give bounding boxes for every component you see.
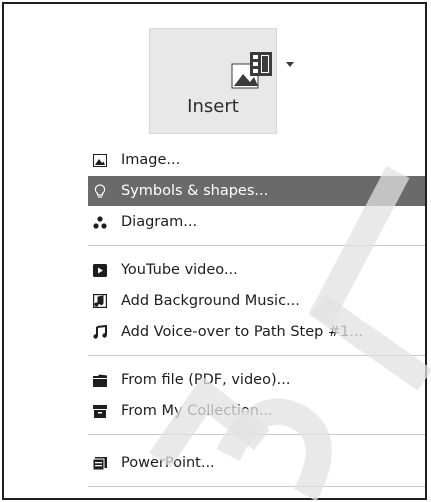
menu-item-from-file[interactable]: From file (PDF, video)...	[88, 365, 425, 395]
folder-icon	[92, 372, 108, 388]
menu-separator	[88, 434, 425, 435]
menu-item-my-collection[interactable]: From My Collection...	[88, 396, 425, 426]
menu-item-label: From file (PDF, video)...	[121, 372, 291, 388]
insert-label: Insert	[187, 96, 239, 117]
powerpoint-icon	[92, 455, 108, 471]
chevron-down-icon	[286, 62, 294, 67]
menu-item-label: PowerPoint...	[121, 455, 215, 471]
menu-item-voice-over[interactable]: Add Voice-over to Path Step #1...	[88, 317, 425, 347]
music-note-icon	[92, 324, 108, 340]
menu-item-label: YouTube video...	[121, 262, 238, 278]
menu-item-image[interactable]: Image...	[88, 145, 425, 175]
image-icon	[92, 152, 108, 168]
menu-item-label: Image...	[121, 152, 181, 168]
menu-item-label: Symbols & shapes...	[121, 183, 269, 199]
menu-separator	[88, 355, 425, 356]
menu-separator	[88, 486, 425, 487]
insert-media-icon	[231, 52, 294, 89]
menu-item-symbols-shapes[interactable]: Symbols & shapes...	[88, 176, 425, 206]
menu-item-label: Add Background Music...	[121, 293, 300, 309]
diagram-icon	[92, 214, 108, 230]
menu-item-label: Add Voice-over to Path Step #1...	[121, 324, 364, 340]
menu-item-powerpoint[interactable]: PowerPoint...	[88, 448, 425, 478]
music-file-icon	[92, 293, 108, 309]
menu-item-label: From My Collection...	[121, 403, 273, 419]
menu-item-diagram[interactable]: Diagram...	[88, 207, 425, 237]
menu-item-background-music[interactable]: Add Background Music...	[88, 286, 425, 316]
collection-icon	[92, 403, 108, 419]
youtube-icon	[92, 262, 108, 278]
menu-item-youtube[interactable]: YouTube video...	[88, 255, 425, 285]
lightbulb-icon	[92, 183, 108, 199]
menu-separator	[88, 245, 425, 246]
menu-item-label: Diagram...	[121, 214, 198, 230]
